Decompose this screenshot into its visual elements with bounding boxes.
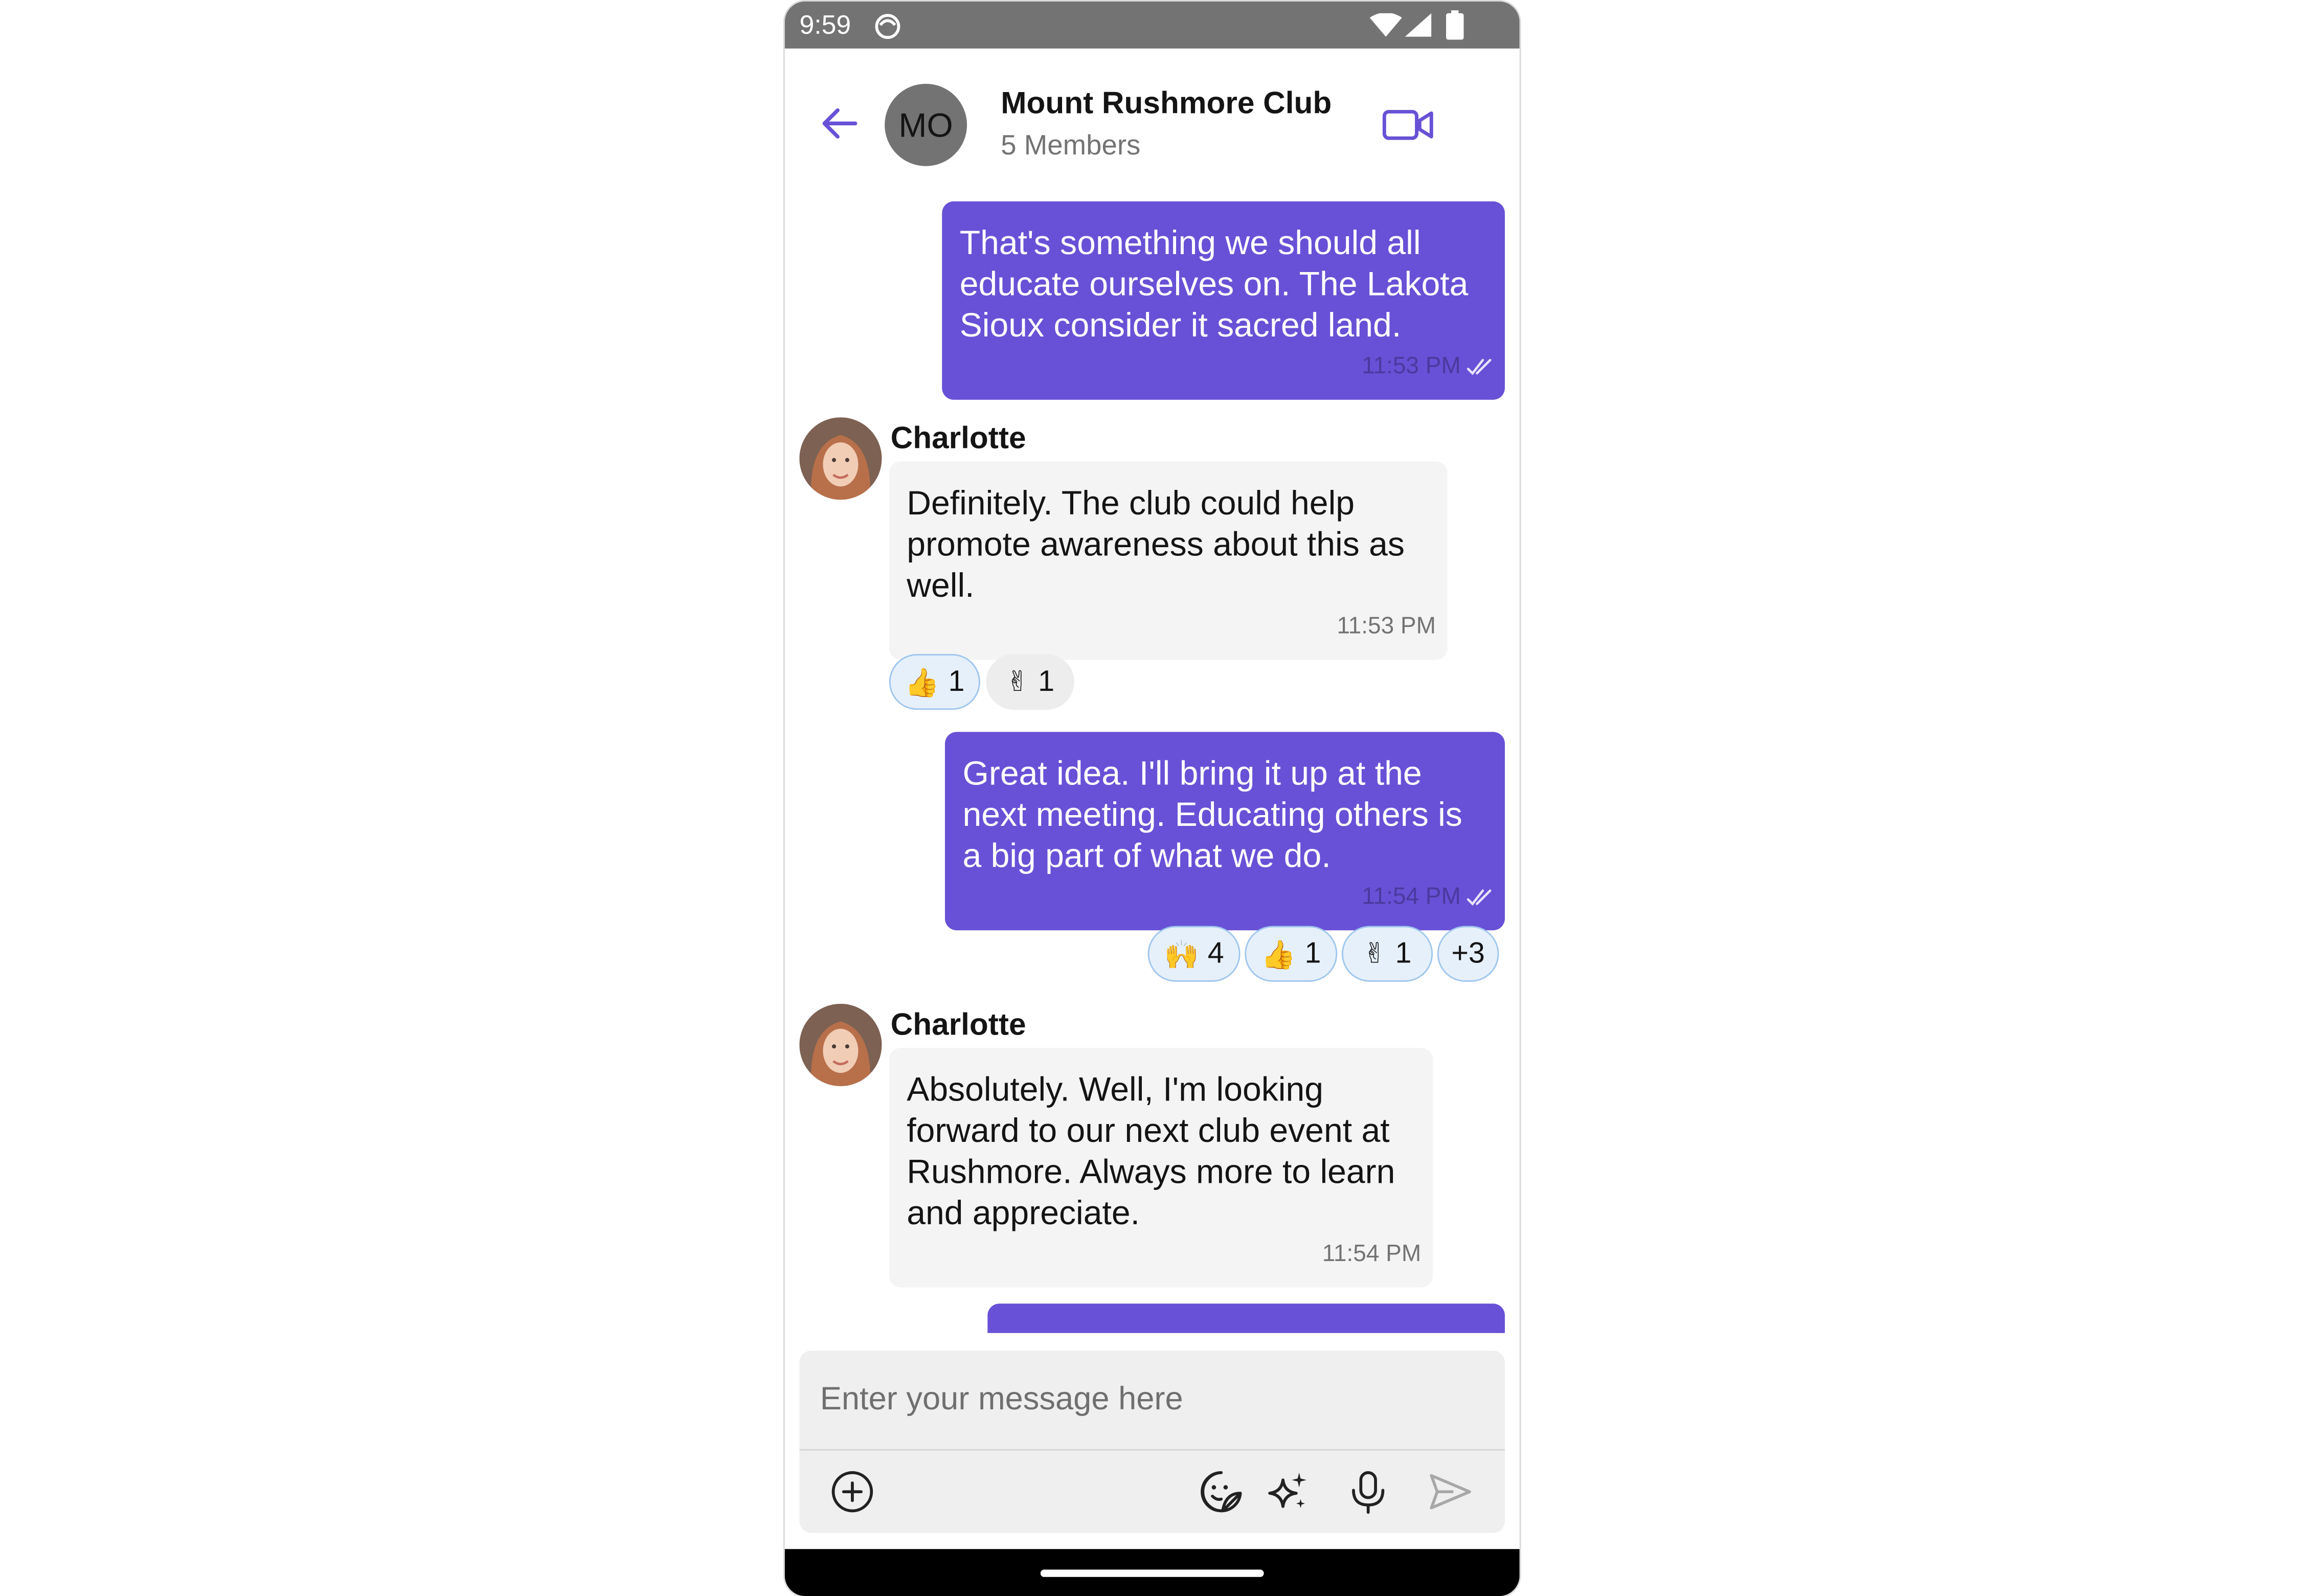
reaction-chip[interactable]: ✌ 1 <box>986 654 1074 710</box>
message-time: 11:54 PM <box>1322 1242 1422 1267</box>
outgoing-message-bubble[interactable]: That's something we should all educate o… <box>942 201 1505 400</box>
incoming-message-bubble[interactable]: Definitely. The club could help promote … <box>889 461 1448 660</box>
ai-sparkle-icon[interactable] <box>1264 1468 1311 1515</box>
reaction-chip[interactable]: 👍 1 <box>1245 926 1338 982</box>
avatar-photo <box>799 1003 882 1086</box>
message-input[interactable] <box>799 1351 1505 1448</box>
message-text-line: promote awareness about this as <box>907 525 1405 563</box>
reaction-emoji: ✌ <box>1363 937 1387 970</box>
home-gesture-handle[interactable] <box>1040 1569 1264 1577</box>
status-bar: 9:59 <box>784 1 1520 49</box>
message-text-line: Rushmore. Always more to learn <box>907 1152 1395 1190</box>
more-reactions-chip[interactable]: +3 <box>1437 926 1499 982</box>
reaction-count: 1 <box>948 665 965 698</box>
group-name: Mount Rushmore Club <box>1001 86 1332 121</box>
wifi-icon <box>1369 13 1402 37</box>
message-time: 11:54 PM <box>1362 885 1461 910</box>
stage: 9:59 MO Mount Rushmore Club 5 Members Th… <box>0 0 2300 1596</box>
microphone-icon[interactable] <box>1345 1468 1392 1515</box>
navigation-bar <box>784 1549 1520 1596</box>
message-composer <box>799 1351 1505 1533</box>
send-icon[interactable] <box>1427 1468 1474 1515</box>
sticker-icon[interactable] <box>1198 1468 1245 1515</box>
message-text-line: Definitely. The club could help <box>907 483 1355 522</box>
message-text-line: a big part of what we do. <box>962 836 1331 875</box>
notification-icon <box>875 14 900 39</box>
reaction-emoji: ✌ <box>1006 665 1029 699</box>
avatar-photo <box>799 417 882 500</box>
message-time: 11:53 PM <box>1337 614 1436 640</box>
message-text-line: and appreciate. <box>907 1193 1140 1232</box>
reaction-count: 4 <box>1207 937 1224 970</box>
video-call-icon[interactable] <box>1379 104 1437 145</box>
members-count: 5 Members <box>1001 130 1141 162</box>
sender-name: Charlotte <box>890 421 1026 456</box>
chat-header: MO Mount Rushmore Club 5 Members <box>785 49 1520 193</box>
read-receipt-icon <box>1467 358 1492 375</box>
battery-icon <box>1446 10 1464 40</box>
message-time: 11:53 PM <box>1362 354 1461 379</box>
message-list[interactable]: That's something we should all educate o… <box>785 192 1520 1333</box>
reaction-emoji: 👍 <box>1261 938 1296 971</box>
reaction-count: 1 <box>1395 937 1412 970</box>
message-text-line: forward to our next club event at <box>907 1111 1390 1150</box>
read-receipt-icon <box>1467 889 1492 906</box>
message-text-line: That's something we should all <box>959 223 1421 262</box>
message-text-line: educate ourselves on. The Lakota <box>959 264 1469 303</box>
outgoing-message-bubble[interactable]: Great idea. I'll bring it up at the next… <box>944 732 1505 931</box>
back-arrow-icon[interactable] <box>817 101 861 145</box>
status-time: 9:59 <box>799 10 851 40</box>
reaction-emoji: 🙌 <box>1164 938 1199 971</box>
message-text-line: Sioux consider it sacred land. <box>959 305 1402 344</box>
reaction-chip[interactable]: ✌ 1 <box>1341 926 1433 982</box>
message-meta: 11:53 PM <box>1362 347 1493 388</box>
phone-screen: 9:59 MO Mount Rushmore Club 5 Members Th… <box>784 1 1520 1596</box>
reaction-chip[interactable]: 🙌 4 <box>1147 926 1241 982</box>
add-attachment-icon[interactable] <box>829 1468 876 1515</box>
outgoing-message-bubble-partial[interactable] <box>987 1303 1505 1333</box>
message-text-line: next meeting. Educating others is <box>962 795 1462 834</box>
message-meta: 11:54 PM <box>1362 878 1493 918</box>
signal-icon <box>1405 13 1432 37</box>
group-avatar[interactable]: MO <box>885 83 967 166</box>
message-text-line: Great idea. I'll bring it up at the <box>962 754 1422 793</box>
reaction-chip[interactable]: 👍 1 <box>889 654 980 710</box>
incoming-message-bubble[interactable]: Absolutely. Well, I'm looking forward to… <box>889 1048 1433 1288</box>
message-text-line: well. <box>907 566 975 604</box>
sender-name: Charlotte <box>890 1008 1026 1042</box>
reaction-count: 1 <box>1038 665 1055 698</box>
sender-avatar[interactable] <box>799 1003 882 1086</box>
composer-divider <box>799 1449 1505 1451</box>
message-text-line: Absolutely. Well, I'm looking <box>907 1070 1324 1108</box>
reaction-emoji: 👍 <box>905 666 940 699</box>
sender-avatar[interactable] <box>799 417 882 500</box>
reaction-count: +3 <box>1451 937 1485 970</box>
reaction-count: 1 <box>1304 937 1321 970</box>
